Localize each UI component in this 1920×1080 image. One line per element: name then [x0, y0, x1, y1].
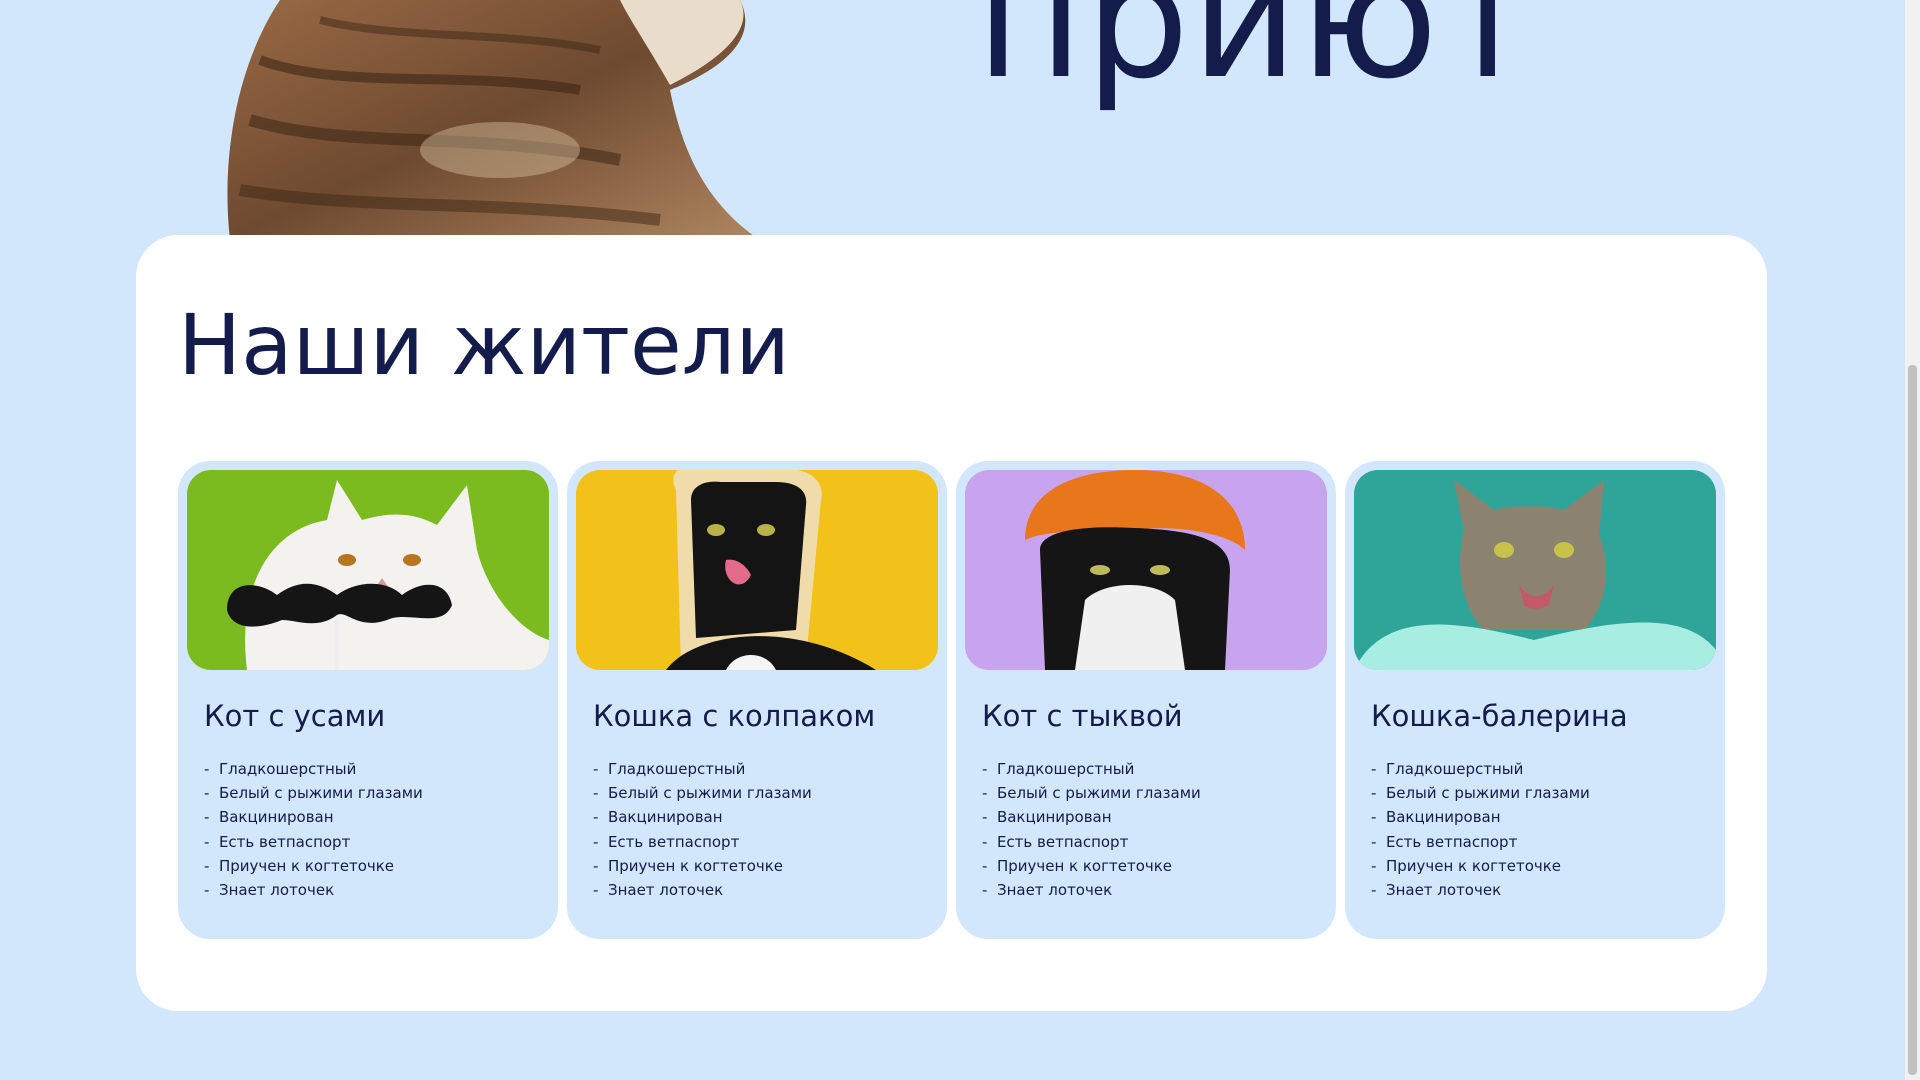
trait-item: Знает лоточек [204, 878, 423, 902]
trait-item: Приучен к когтеточке [982, 854, 1201, 878]
scrollbar-thumb[interactable] [1908, 365, 1917, 1075]
trait-item: Знает лоточек [982, 878, 1201, 902]
trait-item: Гладкошерстный [982, 757, 1201, 781]
tuxedo-cat-pumpkin-photo [965, 470, 1327, 670]
tabby-cat-tutu-photo [1354, 470, 1716, 670]
residents-title: Наши жители [178, 296, 790, 394]
white-cat-mustache-photo [187, 470, 549, 670]
trait-item: Гладкошерстный [1371, 757, 1590, 781]
resident-name: Кот с тыквой [982, 699, 1183, 733]
trait-item: Есть ветпаспорт [593, 830, 812, 854]
trait-item: Белый с рыжими глазами [204, 781, 423, 805]
resident-name: Кошка-балерина [1371, 699, 1628, 733]
resident-card[interactable]: Кот с усами Гладкошерстный Белый с рыжим… [178, 461, 558, 939]
trait-item: Знает лоточек [593, 878, 812, 902]
trait-item: Приучен к когтеточке [204, 854, 423, 878]
resident-traits: Гладкошерстный Белый с рыжими глазами Ва… [204, 757, 423, 902]
resident-traits: Гладкошерстный Белый с рыжими глазами Ва… [982, 757, 1201, 902]
resident-card[interactable]: Кот с тыквой Гладкошерстный Белый с рыжи… [956, 461, 1336, 939]
trait-item: Вакцинирован [593, 805, 812, 829]
trait-item: Вакцинирован [1371, 805, 1590, 829]
resident-card[interactable]: Кошка с колпаком Гладкошерстный Белый с … [567, 461, 947, 939]
residents-panel: Наши жители Кот с усами Гладкошерстный Б… [136, 235, 1767, 1011]
trait-item: Приучен к когтеточке [1371, 854, 1590, 878]
resident-name: Кот с усами [204, 699, 386, 733]
trait-item: Знает лоточек [1371, 878, 1590, 902]
trait-item: Белый с рыжими глазами [593, 781, 812, 805]
hero-cat-image [227, 0, 760, 240]
trait-item: Есть ветпаспорт [982, 830, 1201, 854]
resident-name: Кошка с колпаком [593, 699, 876, 733]
trait-item: Белый с рыжими глазами [1371, 781, 1590, 805]
resident-card[interactable]: Кошка-балерина Гладкошерстный Белый с ры… [1345, 461, 1725, 939]
trait-item: Вакцинирован [204, 805, 423, 829]
trait-item: Приучен к когтеточке [593, 854, 812, 878]
trait-item: Гладкошерстный [593, 757, 812, 781]
trait-item: Гладкошерстный [204, 757, 423, 781]
black-cat-bread-photo [576, 470, 938, 670]
trait-item: Вакцинирован [982, 805, 1201, 829]
resident-traits: Гладкошерстный Белый с рыжими глазами Ва… [593, 757, 812, 902]
trait-item: Есть ветпаспорт [204, 830, 423, 854]
page-scrollbar[interactable] [1905, 0, 1920, 1080]
trait-item: Белый с рыжими глазами [982, 781, 1201, 805]
resident-traits: Гладкошерстный Белый с рыжими глазами Ва… [1371, 757, 1590, 902]
hero-title: приют [976, 0, 1538, 115]
trait-item: Есть ветпаспорт [1371, 830, 1590, 854]
